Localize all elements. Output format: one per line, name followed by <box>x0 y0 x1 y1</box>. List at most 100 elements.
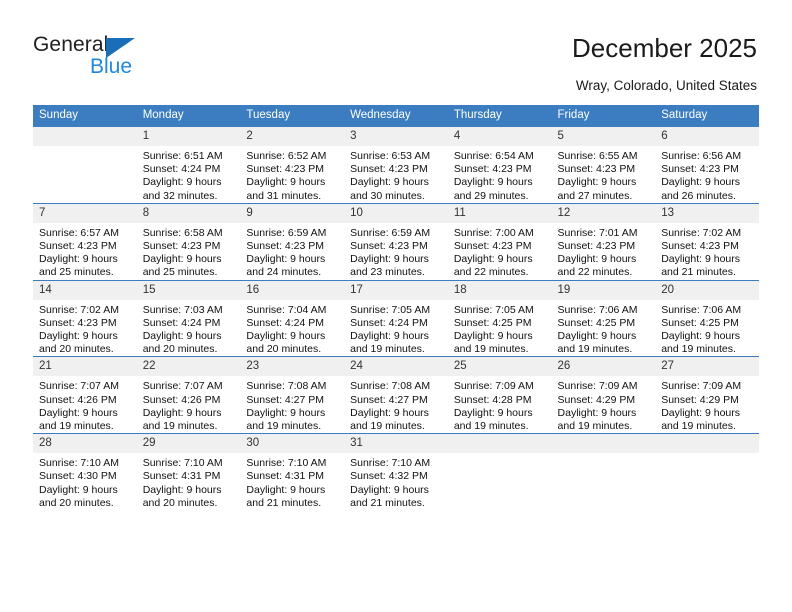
page-subtitle-location: Wray, Colorado, United States <box>575 78 757 93</box>
day-details: Sunrise: 7:08 AM Sunset: 4:27 PM Dayligh… <box>240 376 344 433</box>
day-cell[interactable]: 25 Sunrise: 7:09 AM Sunset: 4:28 PM Dayl… <box>447 356 552 434</box>
day-number: 22 <box>136 357 241 377</box>
sunset-text: Sunset: 4:23 PM <box>142 240 221 253</box>
day-details: Sunrise: 7:08 AM Sunset: 4:27 PM Dayligh… <box>344 376 448 433</box>
daylight-text-line2: and 19 minutes. <box>557 420 633 433</box>
daylight-text-line1: Daylight: 9 hours <box>453 176 533 189</box>
daylight-text-line2: and 22 minutes. <box>557 266 633 279</box>
day-cell[interactable]: 5 Sunrise: 6:55 AM Sunset: 4:23 PM Dayli… <box>551 127 656 203</box>
sunrise-text: Sunrise: 6:56 AM <box>661 150 742 162</box>
sunrise-text: Sunrise: 7:09 AM <box>453 380 534 393</box>
logo-text-blue: Blue <box>90 55 133 78</box>
daylight-text-line2: and 22 minutes. <box>453 266 529 279</box>
day-cell[interactable]: 18 Sunrise: 7:05 AM Sunset: 4:25 PM Dayl… <box>447 279 552 357</box>
sunset-text: Sunset: 4:27 PM <box>246 393 325 406</box>
day-number <box>33 127 137 146</box>
day-cell[interactable]: 22 Sunrise: 7:07 AM Sunset: 4:26 PM Dayl… <box>136 356 241 434</box>
daylight-text-line2: and 21 minutes. <box>350 496 425 509</box>
day-cell[interactable]: 13 Sunrise: 7:02 AM Sunset: 4:23 PM Dayl… <box>655 202 759 281</box>
day-cell[interactable]: 27 Sunrise: 7:09 AM Sunset: 4:29 PM Dayl… <box>655 356 759 434</box>
sunrise-text: Sunrise: 6:51 AM <box>142 150 223 162</box>
day-cell[interactable]: 15 Sunrise: 7:03 AM Sunset: 4:24 PM Dayl… <box>136 279 241 357</box>
day-cell[interactable]: 2 Sunrise: 6:52 AM Sunset: 4:23 PM Dayli… <box>240 127 345 203</box>
sunset-text: Sunset: 4:23 PM <box>661 163 739 176</box>
day-cell[interactable]: 29 Sunrise: 7:10 AM Sunset: 4:31 PM Dayl… <box>136 433 241 511</box>
sunset-text: Sunset: 4:30 PM <box>39 470 117 483</box>
sunset-text: Sunset: 4:23 PM <box>39 240 117 253</box>
daylight-text-line1: Daylight: 9 hours <box>142 483 222 496</box>
calendar-week-row: 1 Sunrise: 6:51 AM Sunset: 4:24 PM Dayli… <box>33 127 759 203</box>
sunrise-text: Sunrise: 6:54 AM <box>453 150 534 162</box>
day-cell[interactable]: 1 Sunrise: 6:51 AM Sunset: 4:24 PM Dayli… <box>136 127 241 203</box>
day-number: 12 <box>551 203 656 223</box>
day-cell[interactable]: 21 Sunrise: 7:07 AM Sunset: 4:26 PM Dayl… <box>33 356 137 434</box>
sunrise-text: Sunrise: 6:59 AM <box>246 226 327 239</box>
calendar-week-row: 21 Sunrise: 7:07 AM Sunset: 4:26 PM Dayl… <box>33 356 759 434</box>
day-cell[interactable]: 30 Sunrise: 7:10 AM Sunset: 4:31 PM Dayl… <box>240 433 345 511</box>
day-details: Sunrise: 7:05 AM Sunset: 4:24 PM Dayligh… <box>344 300 448 357</box>
day-cell[interactable]: 23 Sunrise: 7:08 AM Sunset: 4:27 PM Dayl… <box>240 356 345 434</box>
general-blue-logo[interactable]: General Blue <box>33 33 213 85</box>
sunset-text: Sunset: 4:24 PM <box>142 316 221 329</box>
sunrise-text: Sunrise: 7:00 AM <box>453 226 534 239</box>
day-details: Sunrise: 6:57 AM Sunset: 4:23 PM Dayligh… <box>33 223 137 280</box>
day-cell[interactable]: 10 Sunrise: 6:59 AM Sunset: 4:23 PM Dayl… <box>344 202 448 281</box>
day-cell[interactable]: 19 Sunrise: 7:06 AM Sunset: 4:25 PM Dayl… <box>551 279 656 357</box>
calendar-page: General Blue December 2025 Wray, Colorad… <box>0 0 792 612</box>
daylight-text-line2: and 20 minutes. <box>39 343 114 356</box>
daylight-text-line1: Daylight: 9 hours <box>39 483 118 496</box>
daylight-text-line1: Daylight: 9 hours <box>246 406 326 419</box>
day-number: 24 <box>344 357 448 377</box>
sunset-text: Sunset: 4:23 PM <box>453 163 532 176</box>
day-cell[interactable]: 17 Sunrise: 7:05 AM Sunset: 4:24 PM Dayl… <box>344 279 448 357</box>
sunset-text: Sunset: 4:29 PM <box>661 393 739 406</box>
daylight-text-line2: and 21 minutes. <box>661 266 736 279</box>
day-number: 29 <box>136 434 241 454</box>
day-cell[interactable]: 4 Sunrise: 6:54 AM Sunset: 4:23 PM Dayli… <box>447 127 552 203</box>
day-details: Sunrise: 7:06 AM Sunset: 4:25 PM Dayligh… <box>552 300 656 357</box>
daylight-text-line2: and 25 minutes. <box>39 266 114 279</box>
day-cell[interactable]: 14 Sunrise: 7:02 AM Sunset: 4:23 PM Dayl… <box>33 279 137 357</box>
day-cell[interactable]: 16 Sunrise: 7:04 AM Sunset: 4:24 PM Dayl… <box>240 279 345 357</box>
day-details: Sunrise: 6:55 AM Sunset: 4:23 PM Dayligh… <box>552 146 656 203</box>
daylight-text-line1: Daylight: 9 hours <box>661 176 741 189</box>
day-cell[interactable]: 11 Sunrise: 7:00 AM Sunset: 4:23 PM Dayl… <box>447 202 552 281</box>
daylight-text-line1: Daylight: 9 hours <box>661 406 741 419</box>
day-cell[interactable]: 8 Sunrise: 6:58 AM Sunset: 4:23 PM Dayli… <box>136 202 241 281</box>
day-cell[interactable]: 20 Sunrise: 7:06 AM Sunset: 4:25 PM Dayl… <box>655 279 759 357</box>
daylight-text-line1: Daylight: 9 hours <box>39 253 118 266</box>
daylight-text-line1: Daylight: 9 hours <box>453 406 533 419</box>
sunrise-text: Sunrise: 6:57 AM <box>39 226 119 239</box>
day-cell[interactable]: 12 Sunrise: 7:01 AM Sunset: 4:23 PM Dayl… <box>551 202 656 281</box>
day-cell[interactable]: 28 Sunrise: 7:10 AM Sunset: 4:30 PM Dayl… <box>33 433 137 511</box>
day-number <box>551 434 656 454</box>
day-cell[interactable]: 6 Sunrise: 6:56 AM Sunset: 4:23 PM Dayli… <box>655 127 759 203</box>
day-cell <box>655 433 759 511</box>
day-cell[interactable]: 3 Sunrise: 6:53 AM Sunset: 4:23 PM Dayli… <box>344 127 448 203</box>
day-number: 16 <box>240 280 345 300</box>
day-cell[interactable]: 31 Sunrise: 7:10 AM Sunset: 4:32 PM Dayl… <box>344 433 448 511</box>
weekday-header-saturday: Saturday <box>655 105 759 127</box>
sunrise-text: Sunrise: 7:10 AM <box>39 457 119 470</box>
sunrise-text: Sunrise: 7:10 AM <box>142 457 223 470</box>
day-number: 6 <box>655 127 759 146</box>
day-details: Sunrise: 6:59 AM Sunset: 4:23 PM Dayligh… <box>344 223 448 280</box>
sunset-text: Sunset: 4:23 PM <box>557 163 636 176</box>
day-number: 30 <box>240 434 345 454</box>
sunrise-text: Sunrise: 7:02 AM <box>39 303 119 316</box>
day-number: 19 <box>551 280 656 300</box>
day-details: Sunrise: 7:07 AM Sunset: 4:26 PM Dayligh… <box>137 376 241 433</box>
sunrise-text: Sunrise: 7:10 AM <box>246 457 327 470</box>
day-details: Sunrise: 7:00 AM Sunset: 4:23 PM Dayligh… <box>448 223 552 280</box>
sunrise-text: Sunrise: 7:05 AM <box>350 303 431 316</box>
day-cell[interactable]: 24 Sunrise: 7:08 AM Sunset: 4:27 PM Dayl… <box>344 356 448 434</box>
day-number <box>655 434 759 454</box>
daylight-text-line1: Daylight: 9 hours <box>246 176 326 189</box>
day-cell[interactable]: 7 Sunrise: 6:57 AM Sunset: 4:23 PM Dayli… <box>33 202 137 281</box>
day-cell[interactable]: 26 Sunrise: 7:09 AM Sunset: 4:29 PM Dayl… <box>551 356 656 434</box>
day-cell[interactable]: 9 Sunrise: 6:59 AM Sunset: 4:23 PM Dayli… <box>240 202 345 281</box>
daylight-text-line1: Daylight: 9 hours <box>661 253 741 266</box>
sunrise-text: Sunrise: 7:09 AM <box>661 380 742 393</box>
day-details: Sunrise: 7:10 AM Sunset: 4:30 PM Dayligh… <box>33 453 137 510</box>
daylight-text-line1: Daylight: 9 hours <box>350 406 429 419</box>
